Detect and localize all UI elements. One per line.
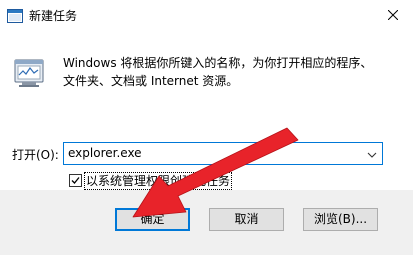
title-bar: 新建任务 [0, 0, 413, 32]
browse-button[interactable]: 浏览(B)... [303, 208, 378, 231]
admin-checkbox-label[interactable]: 以系统管理权限创建此任务 [83, 172, 233, 190]
description-line-2: 文件夹、文档或 Internet 资源。 [63, 74, 239, 88]
dialog-body: Windows 将根据你所键入的名称，为你打开相应的程序、 文件夹、文档或 In… [0, 32, 413, 190]
combo-dropdown-button[interactable] [363, 145, 380, 162]
admin-checkbox[interactable] [69, 174, 82, 187]
description-text: Windows 将根据你所键入的名称，为你打开相应的程序、 文件夹、文档或 In… [63, 54, 393, 90]
chevron-down-icon [367, 147, 377, 161]
close-button[interactable] [373, 0, 413, 31]
close-icon [387, 9, 399, 23]
run-program-icon [13, 57, 45, 89]
window-title: 新建任务 [29, 9, 78, 23]
open-input[interactable] [68, 145, 358, 162]
open-combobox[interactable] [63, 142, 383, 165]
description-line-1: Windows 将根据你所键入的名称，为你打开相应的程序、 [63, 56, 373, 70]
run-dialog: 新建任务 Windows 将根据你所键入的名称，为你打开相应的程序、 文件夹、文… [0, 0, 413, 255]
open-label: 打开(O): [12, 148, 59, 162]
ok-button[interactable]: 确定 [115, 208, 190, 231]
run-dialog-icon [7, 9, 23, 23]
cancel-button[interactable]: 取消 [209, 208, 284, 231]
button-bar: 确定 取消 浏览(B)... [0, 190, 413, 255]
